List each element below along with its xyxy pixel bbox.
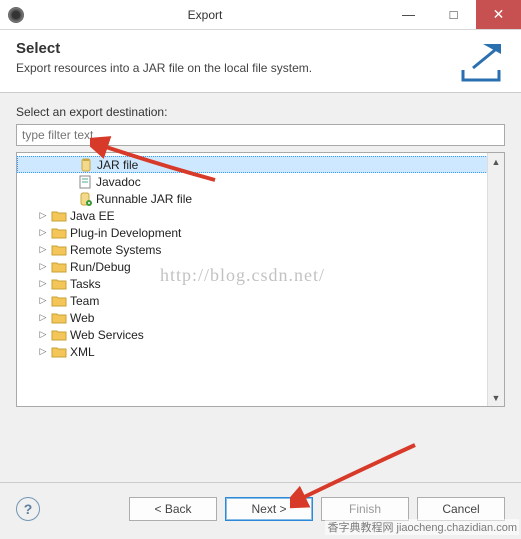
tree-item-label: Remote Systems <box>70 243 161 257</box>
expand-icon[interactable]: ▷ <box>37 312 49 323</box>
tree-folder-plug-in-development[interactable]: ▷ Plug-in Development <box>17 224 504 241</box>
expand-icon[interactable]: ▷ <box>37 227 49 238</box>
tree-folder-web-services[interactable]: ▷ Web Services <box>17 326 504 343</box>
tree-folder-run-debug[interactable]: ▷ Run/Debug <box>17 258 504 275</box>
tree-item-label: JAR file <box>97 158 138 172</box>
finish-button: Finish <box>321 497 409 521</box>
export-tree[interactable]: JAR file Javadoc Runnable JAR file ▷ Java EE… <box>16 152 505 407</box>
tree-item-javadoc[interactable]: Javadoc <box>17 173 504 190</box>
folder-icon <box>51 327 67 343</box>
destination-label: Select an export destination: <box>16 105 505 119</box>
cancel-button[interactable]: Cancel <box>417 497 505 521</box>
tree-item-label: Web <box>70 311 94 325</box>
export-icon <box>457 40 505 82</box>
tree-item-label: Java EE <box>70 209 115 223</box>
back-button[interactable]: < Back <box>129 497 217 521</box>
folder-icon <box>51 208 67 224</box>
expand-icon[interactable]: ▷ <box>37 329 49 340</box>
tree-item-label: Web Services <box>70 328 144 342</box>
scroll-up-button[interactable]: ▲ <box>488 153 504 170</box>
tree-scrollbar[interactable]: ▲ ▼ <box>487 153 504 406</box>
expand-icon[interactable]: ▷ <box>37 210 49 221</box>
tree-folder-java-ee[interactable]: ▷ Java EE <box>17 207 504 224</box>
tree-item-label: Tasks <box>70 277 101 291</box>
tree-folder-remote-systems[interactable]: ▷ Remote Systems <box>17 241 504 258</box>
page-title: Select <box>16 40 447 57</box>
expand-icon[interactable]: ▷ <box>37 244 49 255</box>
scroll-down-button[interactable]: ▼ <box>488 389 504 406</box>
tree-item-label: XML <box>70 345 95 359</box>
folder-icon <box>51 344 67 360</box>
tree-item-label: Runnable JAR file <box>96 192 192 206</box>
close-button[interactable]: ✕ <box>476 0 521 29</box>
tree-folder-team[interactable]: ▷ Team <box>17 292 504 309</box>
expand-icon[interactable]: ▷ <box>37 346 49 357</box>
tree-item-label: Team <box>70 294 99 308</box>
javadoc-icon <box>77 174 93 190</box>
expand-icon[interactable]: ▷ <box>37 295 49 306</box>
folder-icon <box>51 310 67 326</box>
jar-icon <box>78 157 94 173</box>
filter-input[interactable] <box>16 124 505 146</box>
window-title: Export <box>24 8 386 22</box>
folder-icon <box>51 293 67 309</box>
tree-item-label: Javadoc <box>96 175 141 189</box>
folder-icon <box>51 225 67 241</box>
tree-folder-web[interactable]: ▷ Web <box>17 309 504 326</box>
next-button[interactable]: Next > <box>225 497 313 521</box>
corner-watermark: 香字典教程网 jiaocheng.chazidian.com <box>325 519 519 535</box>
folder-icon <box>51 242 67 258</box>
expand-icon[interactable]: ▷ <box>37 278 49 289</box>
folder-icon <box>51 259 67 275</box>
folder-icon <box>51 276 67 292</box>
app-icon <box>8 7 24 23</box>
maximize-button[interactable]: □ <box>431 0 476 29</box>
tree-item-runnable-jar-file[interactable]: Runnable JAR file <box>17 190 504 207</box>
minimize-button[interactable]: — <box>386 0 431 29</box>
tree-item-label: Run/Debug <box>70 260 131 274</box>
tree-item-label: Plug-in Development <box>70 226 181 240</box>
help-button[interactable]: ? <box>16 497 40 521</box>
page-description: Export resources into a JAR file on the … <box>16 61 447 75</box>
tree-folder-tasks[interactable]: ▷ Tasks <box>17 275 504 292</box>
expand-icon[interactable]: ▷ <box>37 261 49 272</box>
tree-item-jar-file[interactable]: JAR file <box>17 156 504 173</box>
tree-folder-xml[interactable]: ▷ XML <box>17 343 504 360</box>
runjar-icon <box>77 191 93 207</box>
